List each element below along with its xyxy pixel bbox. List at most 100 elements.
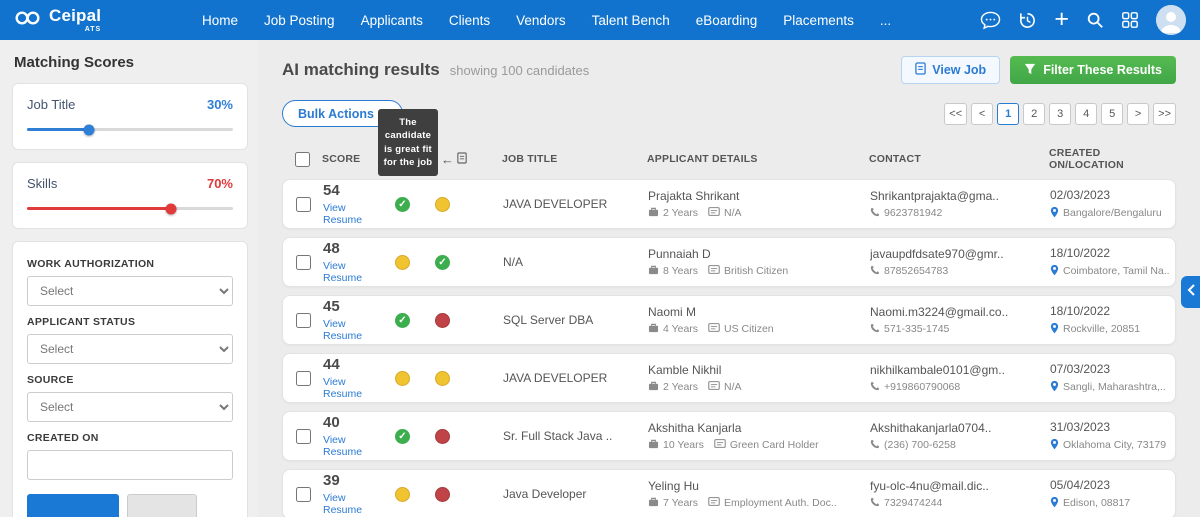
pagination-button[interactable]: > xyxy=(1127,102,1150,125)
job-title: N/A xyxy=(503,255,524,269)
profile-match-icon[interactable] xyxy=(395,370,410,386)
resume-match-icon[interactable] xyxy=(435,312,450,328)
pagination-button[interactable]: << xyxy=(944,102,968,125)
pagination: << <1 2 3 4 5 > >> xyxy=(944,102,1176,125)
pagination-button[interactable]: 3 xyxy=(1049,102,1072,125)
filter-list: WORK AUTHORIZATION Select APPLICANT STAT… xyxy=(27,258,233,480)
applicant-location: Rockville, 20851 xyxy=(1063,323,1141,335)
nav-item[interactable]: Applicants xyxy=(361,13,423,28)
profile-match-icon[interactable]: ✓ xyxy=(395,428,410,444)
row-checkbox[interactable] xyxy=(295,254,311,270)
row-checkbox[interactable] xyxy=(295,370,311,386)
sidebar-primary-button[interactable] xyxy=(27,494,119,517)
row-checkbox[interactable] xyxy=(295,486,311,502)
id-card-icon xyxy=(708,497,720,509)
nav-item[interactable]: Talent Bench xyxy=(592,13,670,28)
slider-track[interactable] xyxy=(27,203,233,214)
view-resume-link[interactable]: View Resume xyxy=(323,260,387,284)
nav-item[interactable]: ... xyxy=(880,13,891,28)
header-created-location: CREATED ON/LOCATION xyxy=(1049,147,1124,171)
applicant-location: Coimbatore, Tamil Na.. xyxy=(1063,265,1170,277)
resume-match-icon[interactable] xyxy=(435,428,450,444)
resume-match-icon[interactable] xyxy=(435,196,450,212)
nav-menu: Home Job Posting Applicants Clients Vendors T… xyxy=(202,13,891,28)
briefcase-icon xyxy=(648,497,659,510)
resume-match-icon[interactable] xyxy=(435,370,450,386)
pagination-button[interactable]: 2 xyxy=(1023,102,1046,125)
row-checkbox[interactable] xyxy=(295,428,311,444)
created-date: 05/04/2023 xyxy=(1050,477,1111,492)
row-checkbox[interactable] xyxy=(295,196,311,212)
filter-card: WORK AUTHORIZATION Select APPLICANT STAT… xyxy=(12,241,248,517)
pagination-button[interactable]: 5 xyxy=(1101,102,1124,125)
pagination-button[interactable]: < xyxy=(971,102,994,125)
applicant-email: Shrikantprajakta@gma.. xyxy=(870,188,999,203)
slider-handle[interactable] xyxy=(165,203,177,214)
experience-years: 2 Years xyxy=(663,381,699,393)
profile-match-icon[interactable] xyxy=(395,254,410,270)
slider-track[interactable] xyxy=(27,124,233,135)
add-icon[interactable]: + xyxy=(1054,6,1069,31)
brand-logo[interactable]: Ceipal ATS xyxy=(14,7,164,33)
nav-item[interactable]: Vendors xyxy=(516,13,566,28)
filter-label: WORK AUTHORIZATION xyxy=(27,258,155,270)
pagination-button[interactable]: 1 xyxy=(997,102,1020,125)
view-resume-link[interactable]: View Resume xyxy=(323,492,387,516)
view-job-button[interactable]: View Job xyxy=(901,56,1001,84)
experience-years: 10 Years xyxy=(663,439,704,451)
view-resume-link[interactable]: View Resume xyxy=(323,318,387,342)
created-date: 07/03/2023 xyxy=(1050,361,1111,376)
user-avatar[interactable] xyxy=(1156,5,1186,35)
resume-match-icon[interactable]: ✓ xyxy=(435,254,450,270)
nav-item[interactable]: Placements xyxy=(783,13,854,28)
resume-match-icon[interactable] xyxy=(435,486,450,502)
chat-icon[interactable] xyxy=(980,11,1001,30)
profile-match-icon[interactable] xyxy=(395,486,410,502)
applicant-phone: 87852654783 xyxy=(884,265,949,277)
nav-item[interactable]: Clients xyxy=(449,13,490,28)
profile-match-icon[interactable]: ✓ xyxy=(395,312,410,328)
history-icon[interactable] xyxy=(1018,11,1037,30)
view-resume-link[interactable]: View Resume xyxy=(323,202,387,226)
sidebar-secondary-button[interactable] xyxy=(127,494,197,517)
filter-select[interactable]: Select xyxy=(27,276,233,306)
applicant-name: Yeling Hu xyxy=(648,478,699,493)
expand-panel-toggle[interactable] xyxy=(1181,276,1200,308)
pagination-button[interactable]: >> xyxy=(1153,102,1176,125)
briefcase-icon xyxy=(648,439,659,452)
filter-select[interactable]: Select xyxy=(27,334,233,364)
experience-years: 4 Years xyxy=(663,323,699,335)
pagination-button[interactable]: 4 xyxy=(1075,102,1098,125)
filter-group: APPLICANT STATUS Select xyxy=(27,316,233,364)
select-all-checkbox[interactable] xyxy=(294,151,310,167)
work-authorization: Green Card Holder xyxy=(729,439,819,451)
slider-value: 70% xyxy=(206,176,233,191)
profile-match-icon[interactable]: ✓ xyxy=(395,196,410,212)
view-resume-link[interactable]: View Resume xyxy=(323,434,387,458)
view-resume-link[interactable]: View Resume xyxy=(323,376,387,400)
job-title: Java Developer xyxy=(503,487,587,501)
applicant-phone: +919860790068 xyxy=(884,381,961,393)
filter-results-button[interactable]: Filter These Results xyxy=(1010,56,1176,84)
applicant-location: Sangli, Maharashtra,.. xyxy=(1063,381,1166,393)
nav-item[interactable]: eBoarding xyxy=(696,13,758,28)
match-score: 48 xyxy=(323,240,340,257)
phone-icon xyxy=(870,207,880,220)
apps-grid-icon[interactable] xyxy=(1121,11,1139,29)
nav-item[interactable]: Home xyxy=(202,13,238,28)
search-icon[interactable] xyxy=(1086,11,1104,29)
row-checkbox[interactable] xyxy=(295,312,311,328)
filter-input[interactable] xyxy=(27,450,233,480)
slider-label: Job Title xyxy=(27,97,76,112)
applicant-email: nikhilkambale0101@gm.. xyxy=(870,362,1005,377)
bulk-actions-label: Bulk Actions xyxy=(298,106,374,121)
filter-funnel-icon xyxy=(1024,63,1036,78)
nav-item[interactable]: Job Posting xyxy=(264,13,335,28)
slider-handle[interactable] xyxy=(83,124,95,135)
location-pin-icon xyxy=(1050,264,1059,279)
created-date: 31/03/2023 xyxy=(1050,419,1111,434)
filter-select[interactable]: Select xyxy=(27,392,233,422)
filter-results-label: Filter These Results xyxy=(1043,63,1162,77)
applicant-phone: 9623781942 xyxy=(884,207,943,219)
applicant-phone: 571-335-1745 xyxy=(884,323,950,335)
